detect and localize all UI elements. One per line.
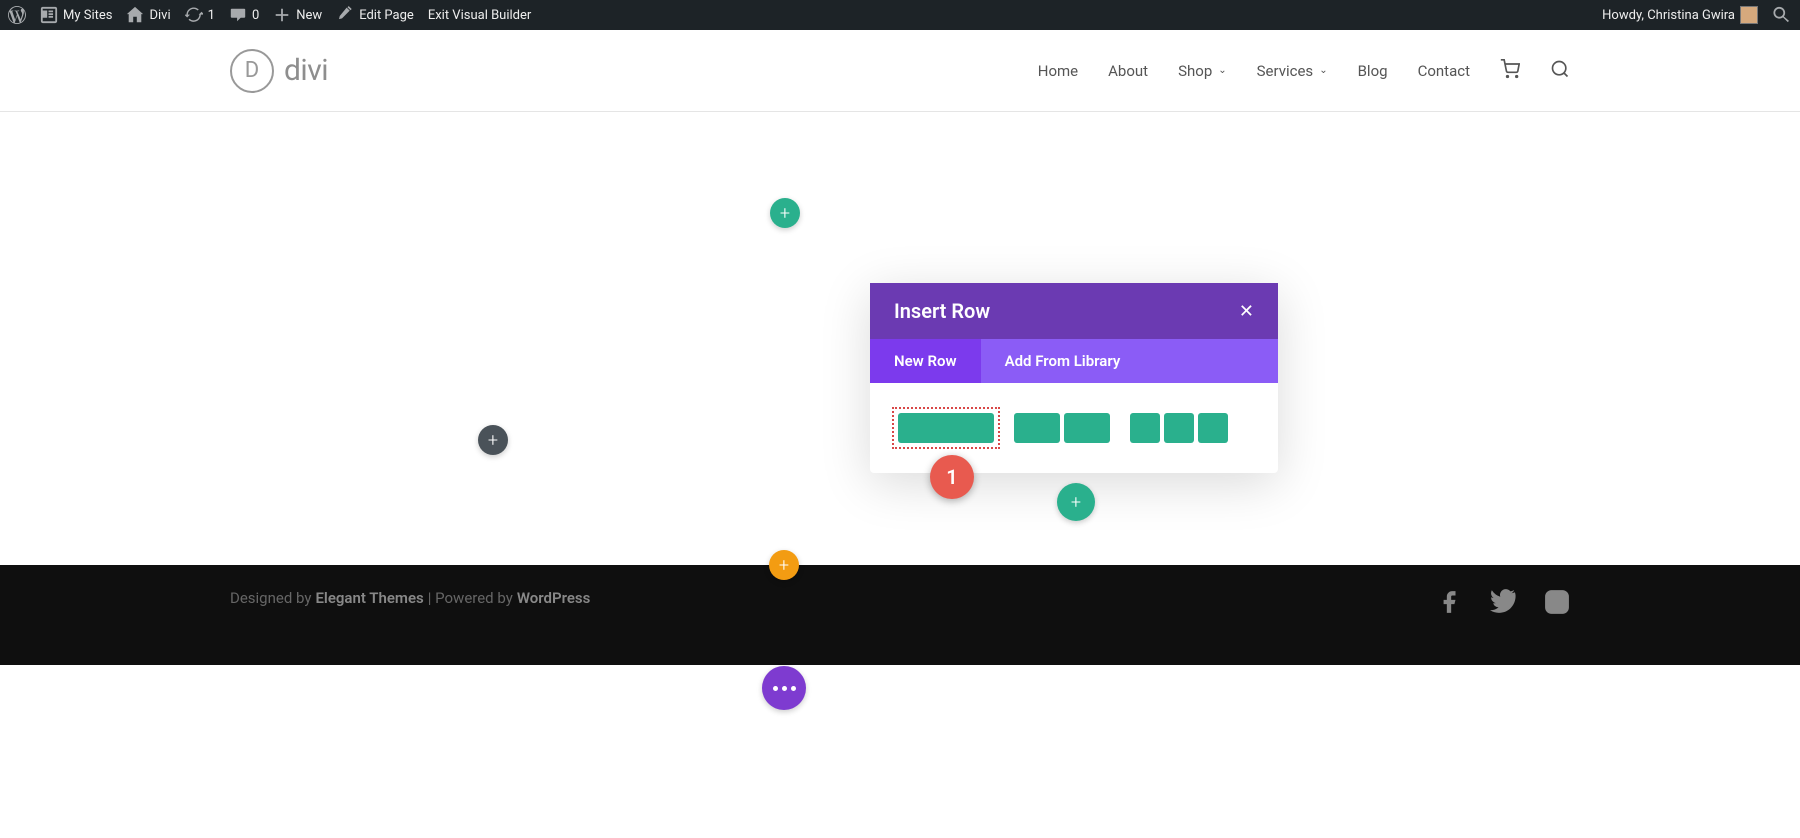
admin-search[interactable] <box>1772 5 1792 25</box>
modal-body <box>870 383 1278 473</box>
wordpress-icon <box>8 6 26 24</box>
edit-page-menu[interactable]: Edit Page <box>336 6 414 24</box>
annotation-badge-1: 1 <box>930 455 974 499</box>
avatar <box>1740 6 1758 24</box>
col-block <box>1164 413 1194 443</box>
edit-page-label: Edit Page <box>359 8 414 23</box>
site-footer: Designed by Elegant Themes | Powered by … <box>0 565 1800 665</box>
close-button[interactable]: ✕ <box>1239 301 1254 322</box>
close-icon: ✕ <box>1239 301 1254 322</box>
wp-admin-left: My Sites Divi 1 0 New Edit Page Exit Vis… <box>8 6 531 24</box>
site-logo[interactable]: D divi <box>230 49 328 93</box>
chevron-down-icon: ⌄ <box>1319 65 1327 76</box>
builder-canvas: + + Insert Row ✕ New Row Add From Librar… <box>0 112 1800 565</box>
site-name-label: Divi <box>149 8 170 23</box>
nav-contact[interactable]: Contact <box>1418 62 1470 80</box>
nav-about[interactable]: About <box>1108 62 1148 80</box>
footer-theme-link[interactable]: Elegant Themes <box>315 589 423 607</box>
howdy-label: Howdy, Christina Gwira <box>1602 8 1735 23</box>
plus-icon <box>273 6 291 24</box>
modal-tabs: New Row Add From Library <box>870 339 1278 383</box>
row-layout-1col[interactable] <box>898 413 994 443</box>
account-menu[interactable]: Howdy, Christina Gwira <box>1602 6 1758 24</box>
add-row-button-below[interactable]: + <box>1057 483 1095 521</box>
modal-title: Insert Row <box>894 299 990 323</box>
footer-platform-link[interactable]: WordPress <box>517 589 591 607</box>
network-icon <box>40 6 58 24</box>
logo-mark: D <box>230 49 274 93</box>
home-icon <box>126 6 144 24</box>
new-label: New <box>296 8 322 23</box>
exit-vb-label: Exit Visual Builder <box>428 8 531 23</box>
footer-sep: | Powered by <box>428 589 513 607</box>
nav-blog[interactable]: Blog <box>1358 62 1388 80</box>
col-block <box>898 413 994 443</box>
new-menu[interactable]: New <box>273 6 322 24</box>
site-header: D divi Home About Shop⌄ Services⌄ Blog C… <box>0 30 1800 112</box>
updates-menu[interactable]: 1 <box>185 6 215 24</box>
comment-icon <box>229 6 247 24</box>
tab-new-row[interactable]: New Row <box>870 339 981 383</box>
col-block <box>1064 413 1110 443</box>
nav-home[interactable]: Home <box>1038 62 1078 80</box>
add-module-button[interactable]: + <box>478 425 508 455</box>
wp-logo-menu[interactable] <box>8 6 26 24</box>
builder-settings-button[interactable] <box>762 666 806 710</box>
tab-add-from-library[interactable]: Add From Library <box>981 339 1145 383</box>
add-row-button[interactable]: + <box>770 198 800 228</box>
chevron-down-icon: ⌄ <box>1218 65 1226 76</box>
wp-admin-bar: My Sites Divi 1 0 New Edit Page Exit Vis… <box>0 0 1800 30</box>
col-block <box>1014 413 1060 443</box>
footer-socials <box>1436 589 1570 615</box>
wp-admin-right: Howdy, Christina Gwira <box>1602 5 1792 25</box>
nav-services[interactable]: Services⌄ <box>1257 62 1328 80</box>
primary-nav: Home About Shop⌄ Services⌄ Blog Contact <box>1038 59 1570 83</box>
add-section-button[interactable]: + <box>769 550 799 580</box>
col-block <box>1198 413 1228 443</box>
search-icon <box>1773 6 1791 24</box>
insert-row-modal: Insert Row ✕ New Row Add From Library 1 … <box>870 283 1278 473</box>
comments-count: 0 <box>252 8 259 23</box>
modal-header: Insert Row ✕ <box>870 283 1278 339</box>
logo-text: divi <box>284 53 328 88</box>
exit-visual-builder[interactable]: Exit Visual Builder <box>428 8 531 23</box>
col-block <box>1130 413 1160 443</box>
row-layout-3col[interactable] <box>1130 413 1228 443</box>
instagram-icon[interactable] <box>1544 589 1570 615</box>
nav-shop[interactable]: Shop⌄ <box>1178 62 1227 80</box>
footer-credits: Designed by Elegant Themes | Powered by … <box>230 589 590 607</box>
my-sites-label: My Sites <box>63 8 112 23</box>
updates-count: 1 <box>208 8 215 23</box>
row-layout-2col[interactable] <box>1014 413 1110 443</box>
search-icon[interactable] <box>1550 59 1570 83</box>
twitter-icon[interactable] <box>1490 589 1516 615</box>
facebook-icon[interactable] <box>1436 589 1462 615</box>
footer-designed-by: Designed by <box>230 589 311 607</box>
cart-icon[interactable] <box>1500 59 1520 83</box>
site-menu[interactable]: Divi <box>126 6 170 24</box>
dots-icon <box>773 686 796 691</box>
my-sites-menu[interactable]: My Sites <box>40 6 112 24</box>
pencil-icon <box>336 6 354 24</box>
comments-menu[interactable]: 0 <box>229 6 259 24</box>
refresh-icon <box>185 6 203 24</box>
